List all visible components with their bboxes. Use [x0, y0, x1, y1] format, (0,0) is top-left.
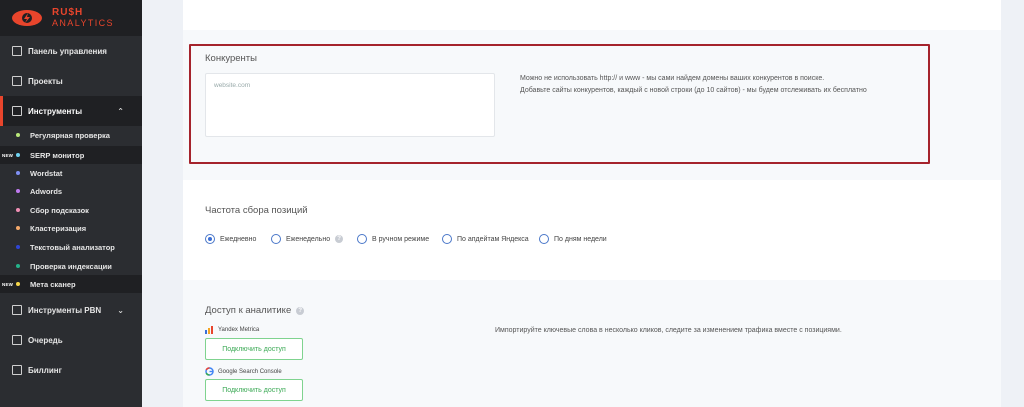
logo-line2: ANALYTICS: [52, 18, 114, 28]
sidebar-item-label: Инструменты PBN: [28, 305, 102, 315]
analytics-description: Импортируйте ключевые слова в несколько …: [495, 327, 842, 334]
radio-unchecked-icon: [442, 234, 452, 244]
logo[interactable]: RU$H ANALYTICS: [0, 0, 142, 36]
radio-label: Ежедневно: [220, 235, 257, 243]
sidebar-item-projects[interactable]: Проекты: [0, 66, 142, 96]
radio-unchecked-icon: [271, 234, 281, 244]
radio-checked-icon: [205, 234, 215, 244]
analytics-title-wrap: Доступ к аналитике ?: [205, 305, 305, 316]
sidebar-subitem-label: SERP монитор: [30, 150, 85, 160]
top-card: [183, 0, 1001, 30]
radio-label: В ручном режиме: [372, 235, 430, 243]
new-badge: NEW: [2, 281, 14, 287]
dashboard-icon: [12, 46, 22, 56]
new-badge: NEW: [2, 152, 14, 158]
competitors-title: Конкуренты: [205, 53, 257, 64]
status-dot-icon: [16, 226, 20, 230]
sidebar-subitem-label: Сбор подсказок: [30, 205, 89, 215]
help-icon[interactable]: ?: [296, 306, 305, 315]
status-dot-icon: [16, 189, 20, 193]
radio-label: Еженедельно: [286, 235, 331, 243]
connect-yandex-button[interactable]: Подключить доступ: [205, 338, 303, 360]
competitors-hint-line2: Добавьте сайты конкурентов, каждый с нов…: [520, 87, 867, 94]
logo-eye-icon: [10, 7, 44, 29]
chevron-up-icon: ⌃: [117, 106, 124, 116]
radio-label: По апдейтам Яндекса: [457, 235, 529, 243]
radio-yandex-updates[interactable]: По апдейтам Яндекса: [442, 234, 529, 244]
tools-icon: [12, 106, 22, 116]
connect-google-button[interactable]: Подключить доступ: [205, 379, 303, 401]
analytics-card: [183, 280, 1001, 407]
radio-unchecked-icon: [357, 234, 367, 244]
status-dot-icon: [16, 245, 20, 249]
sidebar-subitem-index-check[interactable]: Проверка индексации: [0, 257, 142, 275]
queue-icon: [12, 335, 22, 345]
sidebar-item-dashboard[interactable]: Панель управления: [0, 36, 142, 66]
analytics-title: Доступ к аналитике: [205, 305, 292, 316]
help-icon[interactable]: ?: [335, 235, 344, 243]
sidebar-item-label: Инструменты: [28, 106, 83, 116]
sidebar-item-label: Очередь: [28, 335, 63, 345]
sidebar-item-tools[interactable]: Инструменты ⌃: [0, 96, 142, 126]
frequency-card: [183, 180, 1001, 280]
logo-line1: RU$H: [52, 7, 84, 18]
status-dot-icon: [16, 153, 20, 157]
chevron-down-icon: ⌄: [117, 305, 124, 315]
sidebar-subitem-label: Регулярная проверка: [30, 130, 110, 140]
yandex-metrica-label: Yandex Metrica: [218, 326, 260, 333]
google-search-console-service: Google Search Console: [205, 367, 282, 376]
sidebar-item-label: Панель управления: [28, 46, 107, 56]
google-icon: [205, 367, 214, 376]
sidebar-subitem-adwords[interactable]: Adwords: [0, 182, 142, 200]
sidebar-subitem-suggestions[interactable]: Сбор подсказок: [0, 201, 142, 219]
status-dot-icon: [16, 208, 20, 212]
competitors-hint: Можно не использовать http:// и www - мы…: [520, 73, 867, 97]
sidebar-subitem-serp-monitor[interactable]: NEW SERP монитор: [0, 146, 142, 164]
billing-icon: [12, 365, 22, 375]
projects-icon: [12, 76, 22, 86]
status-dot-icon: [16, 264, 20, 268]
yandex-metrica-service: Yandex Metrica: [205, 325, 259, 334]
sidebar-subitem-wordstat[interactable]: Wordstat: [0, 164, 142, 182]
radio-weekly[interactable]: Еженедельно ?: [271, 234, 344, 244]
radio-daily[interactable]: Ежедневно: [205, 234, 256, 244]
sidebar-subitem-label: Кластеризация: [30, 223, 87, 233]
sidebar-subitem-clustering[interactable]: Кластеризация: [0, 219, 142, 237]
sidebar: RU$H ANALYTICS Панель управления Проекты…: [0, 0, 142, 407]
pbn-tools-icon: [12, 305, 22, 315]
radio-weekdays[interactable]: По дням недели: [539, 234, 607, 244]
logo-text: RU$H ANALYTICS: [52, 7, 114, 29]
sidebar-item-pbn-tools[interactable]: Инструменты PBN ⌄: [0, 295, 142, 325]
sidebar-subitem-label: Wordstat: [30, 168, 63, 178]
google-search-console-label: Google Search Console: [218, 368, 282, 375]
frequency-title: Частота сбора позиций: [205, 205, 308, 216]
sidebar-subitem-text-analyzer[interactable]: Текстовый анализатор: [0, 238, 142, 256]
sidebar-subitem-label: Adwords: [30, 186, 63, 196]
yandex-metrica-icon: [205, 326, 213, 334]
radio-manual[interactable]: В ручном режиме: [357, 234, 429, 244]
status-dot-icon: [16, 133, 20, 137]
radio-unchecked-icon: [539, 234, 549, 244]
status-dot-icon: [16, 171, 20, 175]
sidebar-item-billing[interactable]: Биллинг: [0, 355, 142, 385]
sidebar-subitem-label: Текстовый анализатор: [30, 242, 115, 252]
competitors-textarea[interactable]: website.com: [205, 73, 495, 137]
competitors-hint-line1: Можно не использовать http:// и www - мы…: [520, 75, 825, 82]
sidebar-subitem-label: Мета сканер: [30, 279, 76, 289]
status-dot-icon: [16, 282, 20, 286]
sidebar-subitem-label: Проверка индексации: [30, 261, 112, 271]
sidebar-item-queue[interactable]: Очередь: [0, 325, 142, 355]
sidebar-subitem-regular-check[interactable]: Регулярная проверка: [0, 126, 142, 144]
sidebar-subitem-meta-scanner[interactable]: NEW Мета сканер: [0, 275, 142, 293]
radio-label: По дням недели: [554, 235, 607, 243]
sidebar-item-label: Биллинг: [28, 365, 62, 375]
sidebar-item-label: Проекты: [28, 76, 63, 86]
